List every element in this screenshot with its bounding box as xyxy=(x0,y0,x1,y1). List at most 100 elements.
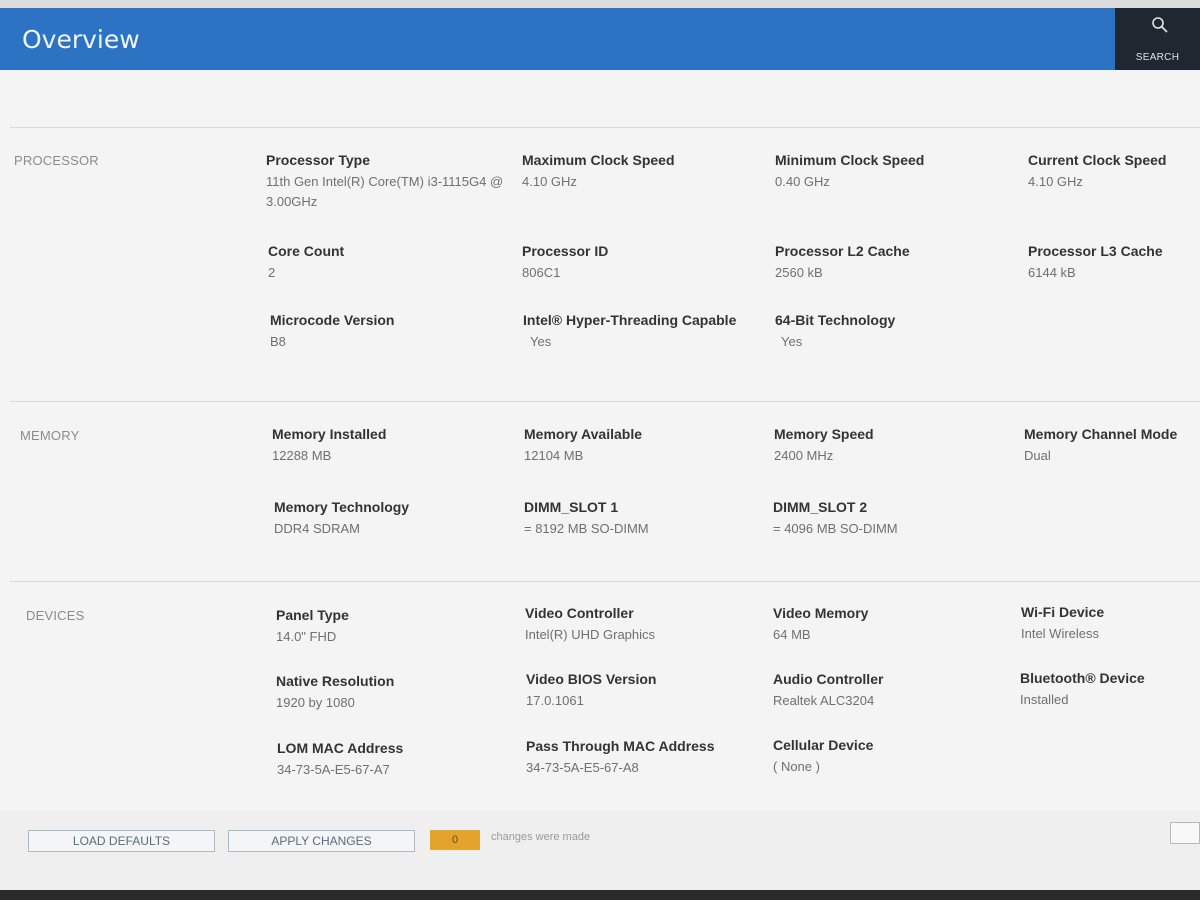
field-value: 6144 kB xyxy=(1028,265,1076,280)
field-value: B8 xyxy=(270,334,286,349)
field-dimm-slot-1: DIMM_SLOT 1 = 8192 MB SO-DIMM xyxy=(524,498,774,539)
field-value: Dual xyxy=(1024,448,1051,463)
search-icon xyxy=(1152,17,1168,33)
field-audio-controller: Audio Controller Realtek ALC3204 xyxy=(773,670,1023,711)
field-video-memory: Video Memory 64 MB xyxy=(773,604,1023,645)
field-video-bios-version: Video BIOS Version 17.0.1061 xyxy=(526,670,776,711)
field-l2-cache: Processor L2 Cache 2560 kB xyxy=(775,242,1025,283)
field-value: 11th Gen Intel(R) Core(TM) i3-1115G4 @ 3… xyxy=(266,174,504,209)
field-value: Installed xyxy=(1020,692,1069,707)
field-value: 0.40 GHz xyxy=(775,174,830,189)
footer-bar: LOAD DEFAULTS APPLY CHANGES 0 changes we… xyxy=(0,810,1200,890)
field-label: LOM MAC Address xyxy=(277,740,404,756)
field-label: Wi-Fi Device xyxy=(1021,604,1105,620)
page-title: Overview xyxy=(22,25,140,54)
field-processor-id: Processor ID 806C1 xyxy=(522,242,772,283)
field-min-clock-speed: Minimum Clock Speed 0.40 GHz xyxy=(775,151,1025,192)
field-pass-through-mac: Pass Through MAC Address 34-73-5A-E5-67-… xyxy=(526,737,776,778)
field-value: Realtek ALC3204 xyxy=(773,693,875,708)
divider xyxy=(10,401,1200,402)
field-memory-available: Memory Available 12104 MB xyxy=(524,425,774,466)
apply-changes-button[interactable]: APPLY CHANGES xyxy=(228,830,415,852)
field-label: Pass Through MAC Address xyxy=(526,738,715,754)
field-label: Minimum Clock Speed xyxy=(775,152,925,168)
field-lom-mac-address: LOM MAC Address 34-73-5A-E5-67-A7 xyxy=(277,739,527,780)
field-value: DDR4 SDRAM xyxy=(274,521,360,536)
field-label: Processor L2 Cache xyxy=(775,243,910,259)
field-value: 2560 kB xyxy=(775,265,823,280)
field-label: Audio Controller xyxy=(773,671,884,687)
load-defaults-button[interactable]: LOAD DEFAULTS xyxy=(28,830,215,852)
field-label: Video Memory xyxy=(773,605,869,621)
changes-status-text: changes were made xyxy=(491,831,591,843)
section-title-processor: PROCESSOR xyxy=(14,153,99,168)
field-label: Processor L3 Cache xyxy=(1028,243,1163,259)
section-title-devices: DEVICES xyxy=(26,608,85,623)
field-value: Intel(R) UHD Graphics xyxy=(525,627,656,642)
field-label: Processor Type xyxy=(266,152,371,168)
field-value: 17.0.1061 xyxy=(526,693,584,708)
field-value: 64 MB xyxy=(773,627,811,642)
field-label: Video BIOS Version xyxy=(526,671,657,687)
field-64bit-technology: 64-Bit Technology Yes xyxy=(775,311,1025,352)
screen-bezel xyxy=(0,890,1200,900)
search-label: SEARCH xyxy=(1135,52,1180,63)
field-label: Maximum Clock Speed xyxy=(522,152,675,168)
divider xyxy=(10,127,1200,128)
field-label: Native Resolution xyxy=(276,673,395,689)
field-max-clock-speed: Maximum Clock Speed 4.10 GHz xyxy=(522,151,772,192)
search-button[interactable]: SEARCH xyxy=(1115,8,1200,70)
field-microcode-version: Microcode Version B8 xyxy=(270,311,520,352)
top-strip xyxy=(0,0,1200,8)
field-label: Video Controller xyxy=(525,605,634,621)
field-hyper-threading: Intel® Hyper-Threading Capable Yes xyxy=(523,311,773,352)
field-label: Bluetooth® Device xyxy=(1020,670,1145,686)
field-label: 64-Bit Technology xyxy=(775,312,896,328)
field-label: Panel Type xyxy=(276,607,349,623)
field-memory-technology: Memory Technology DDR4 SDRAM xyxy=(274,498,524,539)
field-value: 4.10 GHz xyxy=(1028,174,1083,189)
field-memory-installed: Memory Installed 12288 MB xyxy=(272,425,522,466)
exit-button[interactable] xyxy=(1170,822,1200,844)
changes-count-badge: 0 xyxy=(430,830,480,850)
field-value: Intel Wireless xyxy=(1021,626,1100,641)
field-label: Processor ID xyxy=(522,243,609,259)
field-panel-type: Panel Type 14.0" FHD xyxy=(276,606,526,647)
field-label: DIMM_SLOT 2 xyxy=(773,499,868,515)
field-value: = 4096 MB SO-DIMM xyxy=(773,521,898,536)
field-value: 2 xyxy=(268,265,276,280)
field-core-count: Core Count 2 xyxy=(268,242,518,283)
field-dimm-slot-2: DIMM_SLOT 2 = 4096 MB SO-DIMM xyxy=(773,498,1023,539)
field-value: 34-73-5A-E5-67-A8 xyxy=(526,760,639,775)
field-value: Yes xyxy=(530,334,552,349)
field-label: Core Count xyxy=(268,243,345,259)
field-label: Microcode Version xyxy=(270,312,395,328)
field-label: Memory Speed xyxy=(774,426,874,442)
field-value: 12288 MB xyxy=(272,448,332,463)
field-cellular-device: Cellular Device ( None ) xyxy=(773,736,1023,777)
field-current-clock-speed: Current Clock Speed 4.10 GHz xyxy=(1028,151,1198,192)
overview-content: PROCESSOR Processor Type 11th Gen Intel(… xyxy=(0,70,1200,810)
section-title-memory: MEMORY xyxy=(20,428,80,443)
field-value: 806C1 xyxy=(522,265,561,280)
field-label: Intel® Hyper-Threading Capable xyxy=(523,312,737,328)
field-value: 4.10 GHz xyxy=(522,174,577,189)
field-memory-speed: Memory Speed 2400 MHz xyxy=(774,425,1024,466)
field-value: 14.0" FHD xyxy=(276,629,337,644)
field-value: 12104 MB xyxy=(524,448,584,463)
header-bar: Overview SEARCH xyxy=(0,8,1200,70)
field-wifi-device: Wi-Fi Device Intel Wireless xyxy=(1021,603,1197,644)
field-label: Memory Technology xyxy=(274,499,410,515)
field-label: Memory Installed xyxy=(272,426,387,442)
field-processor-type: Processor Type 11th Gen Intel(R) Core(TM… xyxy=(266,151,516,212)
field-label: Memory Channel Mode xyxy=(1024,426,1178,442)
field-label: DIMM_SLOT 1 xyxy=(524,499,619,515)
field-label: Current Clock Speed xyxy=(1028,152,1167,168)
divider xyxy=(10,581,1200,582)
field-value: 34-73-5A-E5-67-A7 xyxy=(277,762,390,777)
field-label: Memory Available xyxy=(524,426,643,442)
field-value: = 8192 MB SO-DIMM xyxy=(524,521,649,536)
field-l3-cache: Processor L3 Cache 6144 kB xyxy=(1028,242,1198,283)
field-memory-channel-mode: Memory Channel Mode Dual xyxy=(1024,425,1198,466)
field-bluetooth-device: Bluetooth® Device Installed xyxy=(1020,669,1198,710)
